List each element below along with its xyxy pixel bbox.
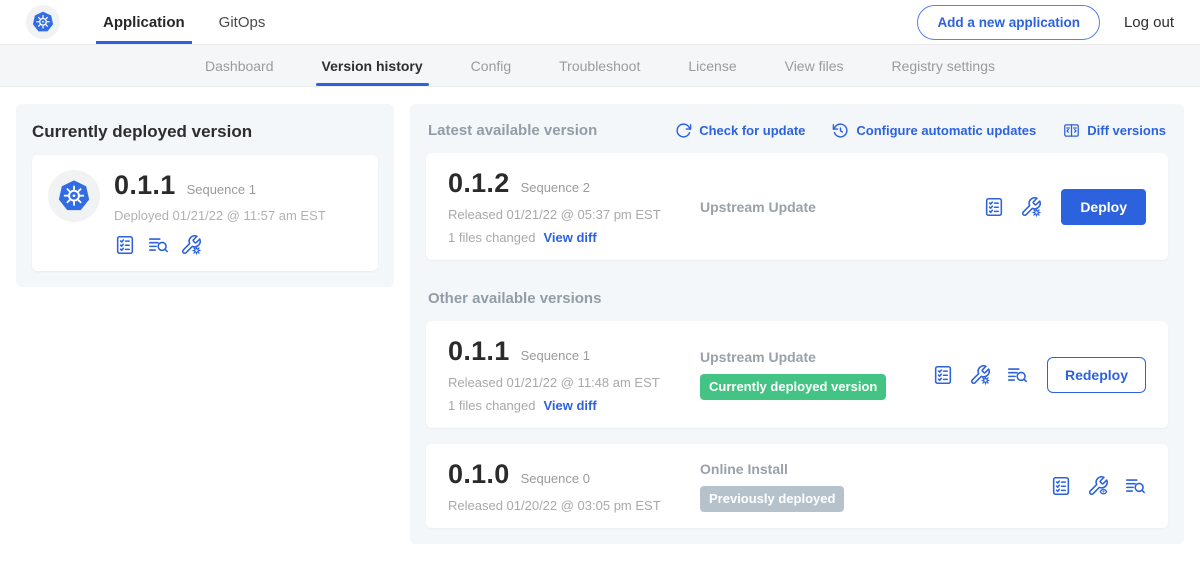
preflight-checks-icon[interactable] [983,196,1005,218]
version-row-0-1-2: 0.1.2 Sequence 2 Released 01/21/22 @ 05:… [426,153,1168,260]
latest-version-title: Latest available version [428,122,597,139]
files-changed-label: 1 files changed [448,398,535,413]
subnav-item-version-history[interactable]: Version history [298,45,447,86]
check-for-update-label: Check for update [699,123,805,138]
deploy-logs-icon[interactable] [1006,364,1028,386]
version-row-0-1-1: 0.1.1 Sequence 1 Released 01/21/22 @ 11:… [426,321,1168,428]
kubernetes-logo [26,5,60,39]
refresh-icon [675,122,692,139]
subnav-item-license[interactable]: License [664,45,760,86]
preflight-checks-icon[interactable] [1050,475,1072,497]
edit-config-icon[interactable] [1020,196,1042,218]
other-versions-title: Other available versions [428,290,1166,307]
tab-gitops[interactable]: GitOps [202,0,283,44]
version-source-label: Upstream Update [700,349,922,365]
app-subnav: Dashboard Version history Config Trouble… [0,45,1200,87]
subnav-item-troubleshoot[interactable]: Troubleshoot [535,45,664,86]
kubernetes-logo-icon [31,10,55,34]
app-logo [48,170,100,222]
configure-automatic-updates-link[interactable]: Configure automatic updates [832,122,1036,139]
version-number: 0.1.2 [448,168,510,199]
header-tabs: Application GitOps [86,0,282,44]
view-diff-link[interactable]: View diff [543,230,596,245]
version-sequence: Sequence 2 [521,180,590,195]
deployed-sequence: Sequence 1 [187,182,256,197]
edit-config-icon[interactable] [969,364,991,386]
diff-versions-label: Diff versions [1087,123,1166,138]
deploy-logs-icon[interactable] [147,234,169,256]
files-changed-label: 1 files changed [448,230,535,245]
view-config-icon[interactable] [1087,475,1109,497]
row-gap [426,428,1168,444]
currently-deployed-title: Currently deployed version [32,122,378,142]
redeploy-button[interactable]: Redeploy [1047,357,1146,393]
check-for-update-link[interactable]: Check for update [675,122,805,139]
deployed-timestamp: Deployed 01/21/22 @ 11:57 am EST [114,208,326,223]
add-application-button[interactable]: Add a new application [917,5,1100,40]
previously-deployed-badge: Previously deployed [700,486,844,512]
deployed-version-card: 0.1.1 Sequence 1 Deployed 01/21/22 @ 11:… [32,155,378,271]
version-sequence: Sequence 0 [521,471,590,486]
logout-button[interactable]: Log out [1124,14,1174,31]
version-sequence: Sequence 1 [521,348,590,363]
edit-config-icon[interactable] [180,234,202,256]
preflight-checks-icon[interactable] [114,234,136,256]
tab-application[interactable]: Application [86,0,202,44]
version-number: 0.1.1 [448,336,510,367]
kubernetes-app-icon [56,178,92,214]
preflight-checks-icon[interactable] [932,364,954,386]
subnav-item-registry-settings[interactable]: Registry settings [868,45,1019,86]
panel-actions: Check for update Configure automatic upd… [675,122,1166,139]
deployed-version-number: 0.1.1 [114,170,176,201]
currently-deployed-badge: Currently deployed version [700,374,886,400]
version-released-timestamp: Released 01/21/22 @ 11:48 am EST [448,375,700,390]
view-diff-link[interactable]: View diff [543,398,596,413]
diff-versions-icon [1063,122,1080,139]
version-number: 0.1.0 [448,459,510,490]
app-header: Application GitOps Add a new application… [0,0,1200,45]
deployed-version-info: 0.1.1 Sequence 1 Deployed 01/21/22 @ 11:… [114,170,326,256]
subnav-item-view-files[interactable]: View files [761,45,868,86]
version-history-panel: Latest available version Check for updat… [410,104,1184,544]
diff-versions-link[interactable]: Diff versions [1063,122,1166,139]
main-content: Currently deployed version 0.1 [0,87,1200,561]
version-released-timestamp: Released 01/21/22 @ 05:37 pm EST [448,207,700,222]
subnav-item-config[interactable]: Config [447,45,535,86]
subnav-item-dashboard[interactable]: Dashboard [181,45,298,86]
version-source-label: Upstream Update [700,199,973,215]
version-source-label: Online Install [700,461,1040,477]
currently-deployed-card: Currently deployed version 0.1 [16,104,394,287]
deploy-logs-icon[interactable] [1124,475,1146,497]
configure-automatic-updates-label: Configure automatic updates [856,123,1036,138]
deploy-button[interactable]: Deploy [1061,189,1146,225]
schedule-update-icon [832,122,849,139]
version-row-0-1-0: 0.1.0 Sequence 0 Released 01/20/22 @ 03:… [426,444,1168,528]
version-released-timestamp: Released 01/20/22 @ 03:05 pm EST [448,498,700,513]
